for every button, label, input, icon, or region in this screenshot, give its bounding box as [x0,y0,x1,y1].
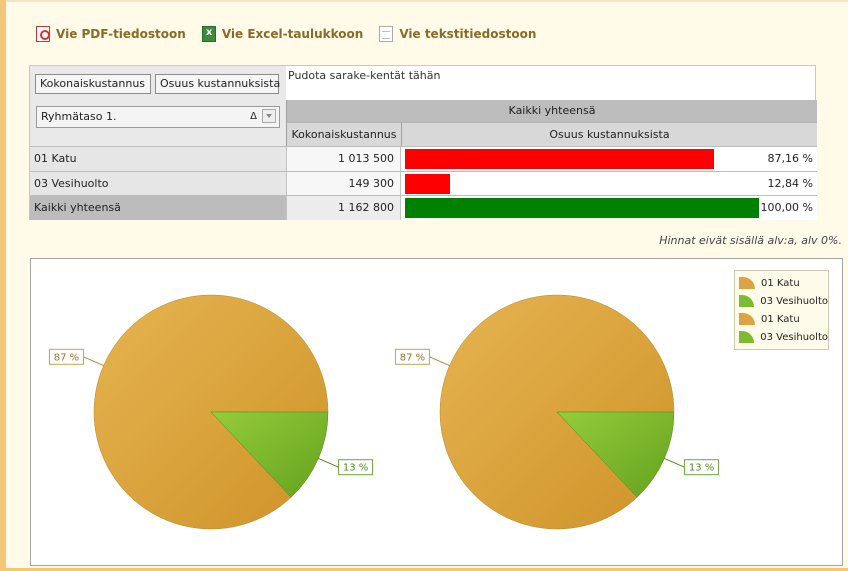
column-header-kokonaiskustannus: Kokonaiskustannus [286,122,401,146]
share-percent: 12,84 % [767,177,813,190]
row-label[interactable]: 01 Katu [30,147,286,171]
text-file-icon [379,26,394,42]
row-field-area: Ryhmätaso 1. Δ [30,100,286,146]
legend-item: 03 Vesihuolto [739,328,828,346]
legend-label: 01 Katu [761,277,800,289]
column-header-osuus: Osuus kustannuksista [401,122,817,146]
legend-swatch [739,331,755,343]
export-toolbar: Vie PDF-tiedostoon Vie Excel-taulukkoon … [36,26,536,42]
export-text-link[interactable]: Vie tekstitiedostoon [379,26,536,42]
pie-slice-label: 13 % [689,463,714,474]
export-excel-label: Vie Excel-taulukkoon [221,27,364,41]
export-pdf-label: Vie PDF-tiedostoon [56,27,186,41]
share-percent: 100,00 % [760,201,813,214]
share-bar [405,174,450,194]
pie-label-leader [664,458,685,468]
share-cell: 87,16 % [401,147,817,171]
pie-slice-label: 87 % [400,352,425,363]
excel-icon [201,26,216,42]
top-divider [6,0,848,2]
grand-total-header: Kaikki yhteensä [286,100,817,122]
filter-dropdown-icon[interactable] [262,109,276,123]
pie-chart-panel: 87 % 13 % 87 % 13 % 01 Katu 03 Vesihuolto 0… [30,258,843,566]
pie-label-leader [83,356,104,366]
export-text-label: Vie tekstitiedostoon [399,27,537,41]
legend-item: 01 Katu [739,274,828,292]
share-bar [405,149,714,169]
left-accent-bar [0,0,6,571]
legend-swatch [739,313,755,325]
row-value: 1 013 500 [286,147,401,171]
table-row-total: Kaikki yhteensä 1 162 800 100,00 % [30,195,817,220]
legend-swatch [739,295,755,307]
pie-label-leader [318,458,339,468]
vat-note: Hinnat eivät sisällä alv:a, alv 0%. [659,234,842,247]
row-label[interactable]: 03 Vesihuolto [30,172,286,196]
field-kokonaiskustannus[interactable]: Kokonaiskustannus [35,74,151,94]
share-bar [405,198,759,218]
share-percent: 87,16 % [767,152,813,165]
legend-label: 03 Vesihuolto [760,295,828,307]
pie-charts: 87 % 13 % 87 % 13 % [48,294,720,530]
pie-label-leader [429,356,450,366]
field-osuus-kustannuksista[interactable]: Osuus kustannuksista [155,74,280,94]
export-excel-link[interactable]: Vie Excel-taulukkoon [201,26,364,42]
legend-item: 03 Vesihuolto [739,292,828,310]
legend-item: 01 Katu [739,310,828,328]
row-label: Kaikki yhteensä [30,196,286,220]
pie-slice-label: 13 % [343,463,368,474]
sort-ascending-icon[interactable]: Δ [250,107,257,127]
share-cell: 12,84 % [401,172,817,196]
chart-legend: 01 Katu 03 Vesihuolto 01 Katu 03 Vesihuo… [734,270,829,350]
data-field-area: Kokonaiskustannus Osuus kustannuksista [30,66,286,100]
legend-label: 03 Vesihuolto [760,331,828,343]
row-value: 1 162 800 [286,196,401,220]
column-drop-hint[interactable]: Pudota sarake-kentät tähän [288,69,440,82]
share-cell: 100,00 % [401,196,817,220]
legend-label: 01 Katu [761,313,800,325]
row-field-ryhmataso[interactable]: Ryhmätaso 1. Δ [36,106,280,128]
pivot-grid: Kokonaiskustannus Osuus kustannuksista P… [29,65,817,220]
pie-slice-label: 87 % [54,352,79,363]
pdf-icon [36,26,50,42]
legend-swatch [739,277,755,289]
row-value: 149 300 [286,172,401,196]
export-pdf-link[interactable]: Vie PDF-tiedostoon [36,26,186,42]
row-field-label: Ryhmätaso 1. [41,110,117,123]
table-row: 03 Vesihuolto 149 300 12,84 % [30,171,817,196]
table-row: 01 Katu 1 013 500 87,16 % [30,146,817,171]
